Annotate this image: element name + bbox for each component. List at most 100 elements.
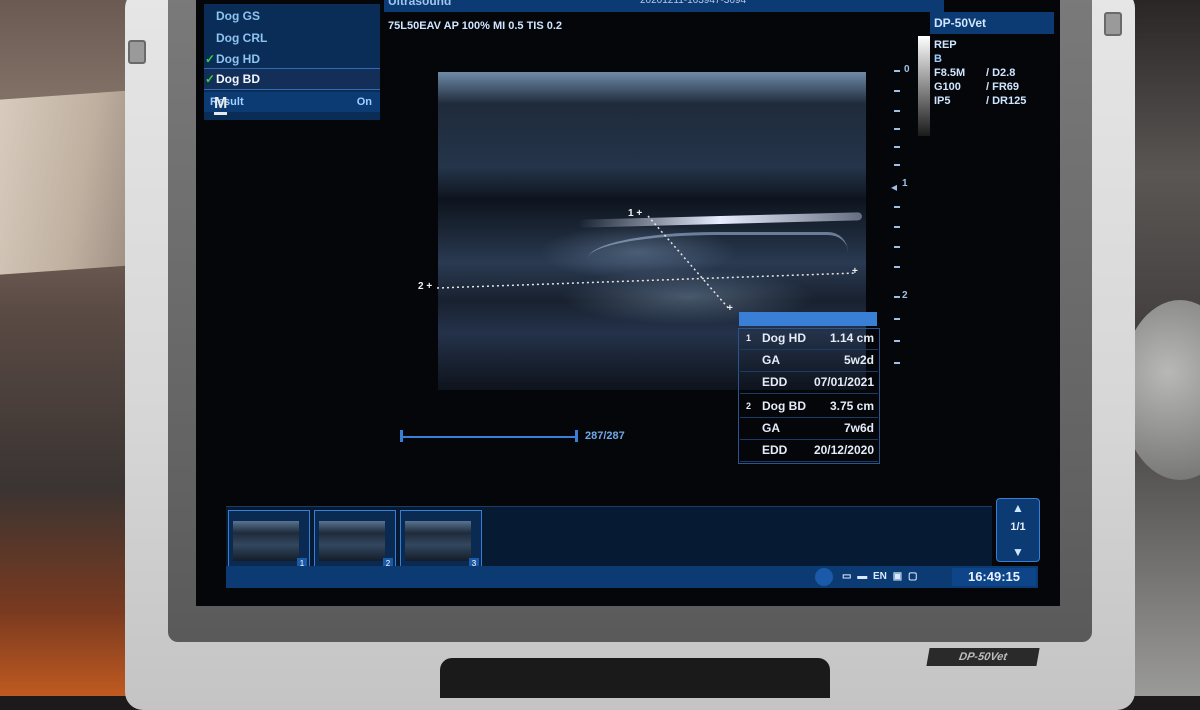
language-indicator[interactable]: EN bbox=[873, 571, 887, 582]
depth-tick bbox=[894, 266, 900, 268]
setting-right: / FR69 bbox=[986, 81, 1020, 93]
result-value: 07/01/2021 bbox=[813, 375, 874, 389]
setting-left: F8.5M bbox=[934, 67, 966, 79]
echo-bright-line bbox=[577, 212, 863, 228]
menu-item-label: Dog BD bbox=[216, 72, 260, 86]
thumbnail[interactable]: 1 bbox=[228, 510, 310, 570]
mode-b: B bbox=[934, 53, 942, 65]
thumbnail-image bbox=[319, 521, 385, 561]
image-settings: REP B F8.5M / D2.8 G100 / FR69 IP5 / DR1… bbox=[934, 38, 1026, 108]
page-down-button[interactable]: ▼ bbox=[997, 545, 1039, 559]
depth-tick bbox=[894, 296, 900, 298]
results-header bbox=[739, 312, 877, 326]
check-icon: ✓ bbox=[204, 52, 216, 66]
depth-label-1: 1 bbox=[902, 178, 908, 189]
result-value: 20/12/2020 bbox=[813, 443, 874, 457]
focus-marker-icon[interactable]: ◂ bbox=[891, 180, 897, 194]
printer-icon[interactable]: ▣ bbox=[893, 571, 902, 582]
result-value: 5w2d bbox=[843, 353, 874, 367]
result-row: 1 Dog HD 1.14 cm bbox=[740, 328, 878, 350]
orientation-marker-icon: M bbox=[214, 96, 228, 115]
page-up-button[interactable]: ▲ bbox=[997, 501, 1039, 515]
result-toggle[interactable]: Result On bbox=[204, 92, 380, 112]
probe-model: DP-50Vet bbox=[930, 12, 1054, 34]
setting-left: G100 bbox=[934, 81, 961, 93]
result-index: 1 bbox=[746, 333, 752, 343]
thumbnail-image bbox=[233, 521, 299, 561]
result-value: 7w6d bbox=[843, 421, 874, 435]
result-row: GA 5w2d bbox=[740, 350, 878, 372]
setting-row: G100 / FR69 bbox=[934, 80, 1019, 94]
result-name: EDD bbox=[762, 375, 788, 389]
thumbnail[interactable]: 2 bbox=[314, 510, 396, 570]
gray-scale-bar bbox=[918, 36, 930, 136]
menu-item-label: Dog CRL bbox=[216, 31, 268, 45]
acquisition-params: 75L50EAV AP 100% MI 0.5 TIS 0.2 bbox=[388, 20, 563, 32]
cine-slider[interactable] bbox=[402, 436, 578, 438]
result-name: EDD bbox=[762, 443, 788, 457]
menu-item-dog-hd[interactable]: ✓ Dog HD bbox=[204, 49, 380, 69]
result-row: GA 7w6d bbox=[740, 418, 878, 440]
depth-tick bbox=[894, 226, 900, 228]
left-hinge bbox=[128, 40, 146, 64]
menu-item-label: Dog HD bbox=[216, 52, 260, 66]
cine-start-handle[interactable] bbox=[400, 430, 403, 442]
result-value: 3.75 cm bbox=[829, 399, 874, 413]
depth-tick bbox=[894, 128, 900, 130]
depth-tick bbox=[894, 340, 900, 342]
cine-frame-counter: 287/287 bbox=[585, 430, 625, 442]
depth-tick bbox=[894, 90, 900, 92]
clock: 16:49:15 bbox=[952, 568, 1036, 586]
result-value: On bbox=[356, 96, 372, 108]
menu-item-dog-crl[interactable]: Dog CRL bbox=[204, 28, 380, 48]
result-name: GA bbox=[762, 353, 780, 367]
setting-row: IP5 / DR125 bbox=[934, 94, 1026, 108]
depth-tick bbox=[894, 164, 900, 166]
background-paper-sheet bbox=[0, 90, 132, 275]
status-icons: ▭ ▬ EN ▣ ▢ bbox=[842, 568, 948, 586]
result-name: Dog HD bbox=[762, 331, 806, 345]
depth-tick bbox=[894, 246, 900, 248]
battery-icon: ▬ bbox=[857, 571, 868, 582]
thumbnail-image bbox=[405, 521, 471, 561]
result-row: 2 Dog BD 3.75 cm bbox=[740, 396, 878, 418]
menu-item-label: Dog GS bbox=[216, 9, 260, 23]
monitor-icon[interactable]: ▢ bbox=[908, 571, 917, 582]
app-title: Ultrasound bbox=[388, 0, 452, 8]
depth-tick bbox=[894, 70, 900, 72]
status-disc-icon bbox=[815, 568, 833, 586]
mode-rep: REP bbox=[934, 39, 957, 51]
result-row: EDD 20/12/2020 bbox=[740, 440, 878, 462]
result-row: EDD 07/01/2021 bbox=[740, 372, 878, 394]
depth-tick bbox=[894, 362, 900, 364]
caliper-2-start[interactable]: 2 + bbox=[418, 281, 432, 292]
measurement-menu: Dog GS Dog CRL ✓ Dog HD ✓ Dog BD Result … bbox=[204, 4, 380, 120]
depth-label-0: 0 bbox=[904, 64, 910, 75]
menu-item-dog-gs[interactable]: Dog GS bbox=[204, 6, 380, 26]
depth-label-2: 2 bbox=[902, 290, 908, 301]
setting-row: F8.5M / D2.8 bbox=[934, 66, 1015, 80]
caliper-2-end[interactable]: + bbox=[852, 266, 858, 277]
cine-end-handle[interactable] bbox=[575, 430, 578, 442]
result-index: 2 bbox=[746, 401, 752, 411]
monitor-stand bbox=[440, 658, 830, 698]
exam-id: 20201211-163947-3694 bbox=[640, 0, 747, 6]
result-value: 1.14 cm bbox=[829, 331, 874, 345]
result-name: GA bbox=[762, 421, 780, 435]
result-name: Dog BD bbox=[762, 399, 806, 413]
caliper-1-start[interactable]: 1 + bbox=[628, 208, 642, 219]
check-icon: ✓ bbox=[204, 72, 216, 86]
right-hinge bbox=[1104, 12, 1122, 36]
setting-left: IP5 bbox=[934, 95, 951, 107]
depth-tick bbox=[894, 146, 900, 148]
brand-label: DP-50Vet bbox=[926, 648, 1040, 666]
caliper-1-end[interactable]: + bbox=[727, 303, 733, 314]
network-icon: ▭ bbox=[842, 571, 852, 582]
thumbnail[interactable]: 3 bbox=[400, 510, 482, 570]
echo-layer bbox=[588, 232, 848, 285]
depth-tick bbox=[894, 206, 900, 208]
page-indicator: 1/1 bbox=[1010, 521, 1026, 533]
depth-tick bbox=[894, 318, 900, 320]
setting-right: / D2.8 bbox=[986, 67, 1016, 79]
menu-item-dog-bd[interactable]: ✓ Dog BD bbox=[204, 68, 380, 90]
